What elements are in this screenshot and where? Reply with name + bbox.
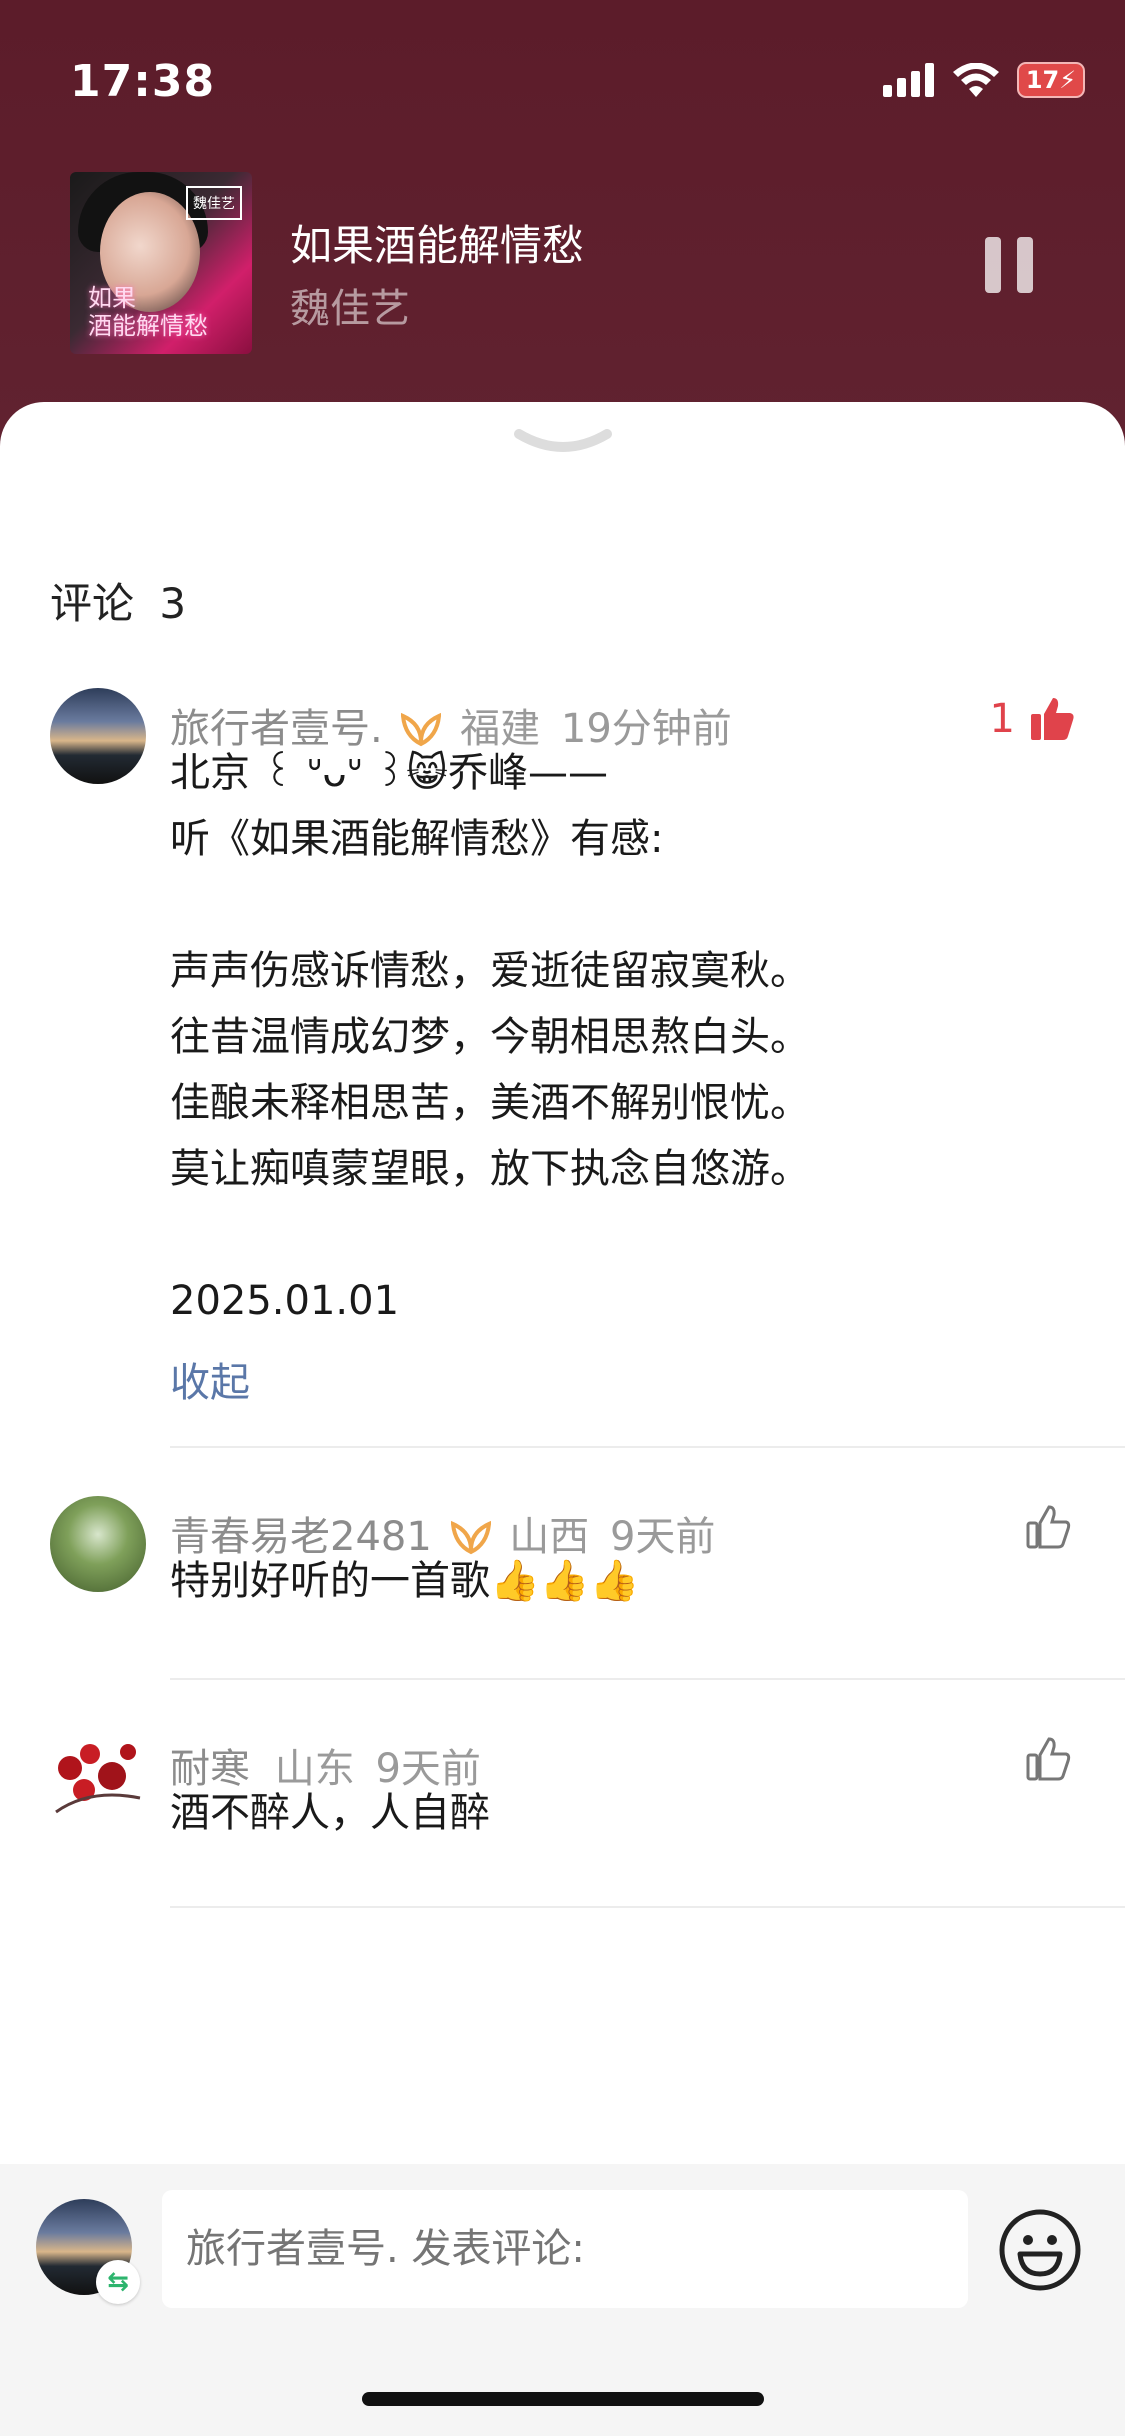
cover-title-art: 如果 酒能解情愁 xyxy=(88,284,208,340)
thumbs-up-outline-icon[interactable] xyxy=(1025,1736,1071,1782)
comments-title: 评论 xyxy=(50,579,135,628)
emoji-icon[interactable] xyxy=(998,2208,1082,2292)
home-indicator xyxy=(362,2392,764,2406)
divider xyxy=(170,1446,1125,1448)
comments-count: 3 xyxy=(159,579,187,628)
comments-header: 评论 3 xyxy=(50,570,186,631)
now-playing-header: 17:38 17 ⚡ 魏佳艺 如果 酒能解情愁 如果酒能解情愁 魏佳艺 xyxy=(0,0,1125,440)
status-icons: 17 ⚡ xyxy=(883,58,1085,102)
cover-artist-tag: 魏佳艺 xyxy=(186,186,242,220)
switch-account-icon[interactable]: ⇆ xyxy=(96,2260,140,2304)
battery-indicator: 17 ⚡ xyxy=(1017,62,1085,98)
thumbs-up-filled-icon xyxy=(1031,698,1074,740)
song-artist[interactable]: 魏佳艺 xyxy=(290,276,410,334)
comment-text: 北京 ꒰ ᐡᴗᐡ ꒱😸乔峰—— 听《如果酒能解情愁》有感: 声声伤感诉情愁，爱逝… xyxy=(170,750,810,1324)
comment-text: 特别好听的一首歌👍👍👍 xyxy=(170,1558,640,1604)
album-cover[interactable]: 魏佳艺 如果 酒能解情愁 xyxy=(70,172,252,354)
pause-button[interactable] xyxy=(985,237,1035,293)
avatar[interactable] xyxy=(50,1496,146,1592)
comment-composer: ⇆ xyxy=(0,2164,1125,2436)
comments-sheet: 评论 3 旅行者壹号. 福建 19分钟前 1 北京 ꒰ ᐡᴗᐡ ꒱😸乔峰—— 听… xyxy=(0,402,1125,2436)
comment-input[interactable] xyxy=(162,2190,968,2308)
status-time: 17:38 xyxy=(70,56,216,107)
wifi-icon xyxy=(953,63,999,97)
thumbs-up-outline-icon[interactable] xyxy=(1025,1504,1071,1550)
avatar[interactable] xyxy=(50,688,146,784)
plum-blossom-icon xyxy=(55,1744,141,1814)
charging-bolt-icon: ⚡ xyxy=(1059,66,1077,94)
comment-text: 酒不醉人，人自醉 xyxy=(170,1790,490,1836)
divider xyxy=(170,1678,1125,1680)
avatar[interactable] xyxy=(50,1728,146,1824)
divider xyxy=(170,1906,1125,1908)
battery-level: 17 xyxy=(1025,66,1060,94)
cellular-signal-icon xyxy=(883,63,934,97)
like-count: 1 xyxy=(989,696,1015,742)
collapse-sheet-chevron-icon[interactable] xyxy=(513,426,613,462)
like-button[interactable]: 1 xyxy=(990,696,1075,742)
collapse-link[interactable]: 收起 xyxy=(170,1350,250,1408)
song-title[interactable]: 如果酒能解情愁 xyxy=(290,212,584,273)
